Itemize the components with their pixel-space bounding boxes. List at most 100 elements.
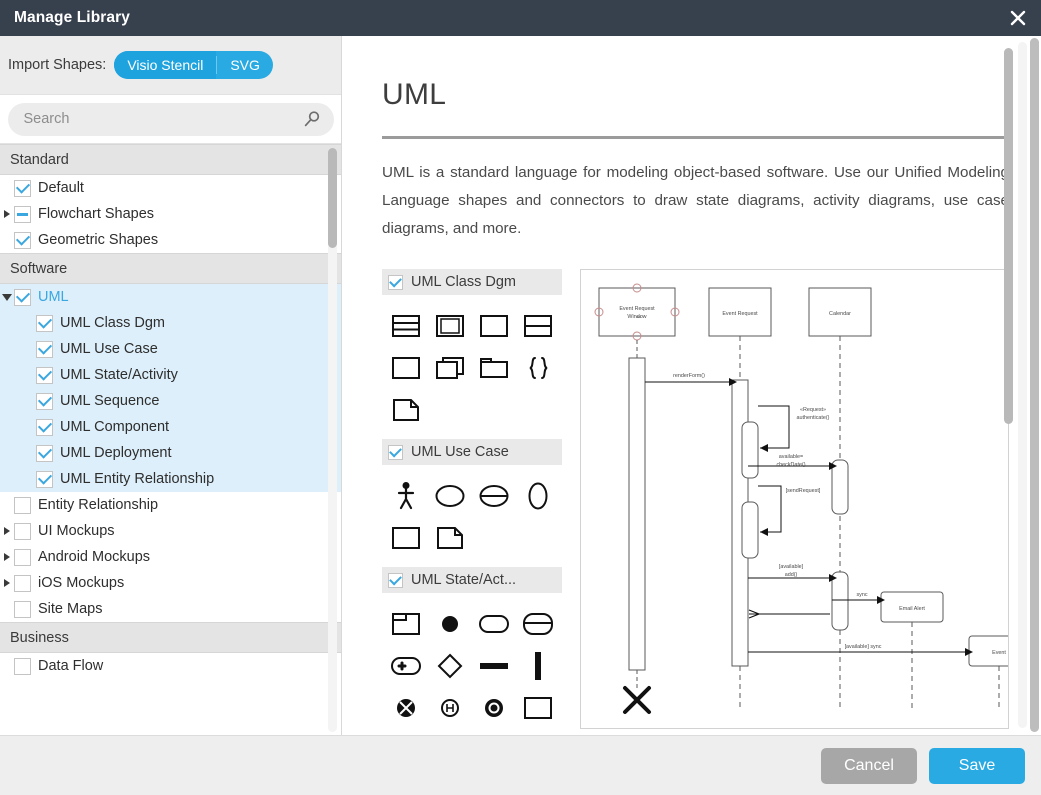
svg-text:sync: sync — [856, 592, 867, 598]
tree-item-checkbox[interactable] — [36, 444, 53, 462]
detail-scrollbar-thumb[interactable] — [1004, 48, 1013, 424]
note-shape[interactable] — [428, 517, 472, 559]
tree-item-checkbox[interactable] — [36, 314, 53, 332]
class-nested-shape[interactable] — [428, 305, 472, 347]
tree-item-geometric-shapes[interactable]: Geometric Shapes — [0, 227, 341, 253]
horizontal-bar-shape[interactable] — [472, 645, 516, 687]
search-box[interactable] — [7, 102, 334, 136]
tree-item-uml-deployment[interactable]: UML Deployment — [0, 440, 341, 466]
tree-item-checkbox[interactable] — [36, 392, 53, 410]
use-case-ellipse-shape[interactable] — [428, 475, 472, 517]
tree-item-uml-sequence[interactable]: UML Sequence — [0, 388, 341, 414]
import-format-toggle[interactable]: Visio Stencil SVG — [114, 51, 273, 79]
tree-item-checkbox[interactable] — [14, 522, 31, 540]
shape-grid — [382, 595, 562, 735]
tree-item-android-mockups[interactable]: Android Mockups — [0, 544, 341, 570]
tree-item-default[interactable]: Default — [0, 175, 341, 201]
dialog-scrollbar-track[interactable] — [1030, 38, 1039, 732]
state-icon-shape[interactable] — [384, 645, 428, 687]
tree-item-checkbox[interactable] — [14, 496, 31, 514]
tree-item-uml-class-dgm[interactable]: UML Class Dgm — [0, 310, 341, 336]
search-input[interactable] — [7, 102, 334, 136]
tree-item-checkbox[interactable] — [14, 179, 31, 197]
tree-item-checkbox[interactable] — [14, 288, 31, 306]
rectangle-shape[interactable] — [516, 687, 560, 729]
initial-state-shape[interactable] — [428, 603, 472, 645]
shape-category-header[interactable]: UML Class Dgm — [382, 269, 562, 295]
tree-item-label: UML Sequence — [60, 393, 160, 409]
tree-item-uml-component[interactable]: UML Component — [0, 414, 341, 440]
dialog-scrollbar-thumb[interactable] — [1030, 38, 1039, 732]
tree-item-uml-state-activity[interactable]: UML State/Activity — [0, 362, 341, 388]
shape-category-header[interactable]: UML Use Case — [382, 439, 562, 465]
tree-item-uml-entity-relationship[interactable]: UML Entity Relationship — [0, 466, 341, 492]
tree-item-uml[interactable]: UML — [0, 284, 341, 310]
tree-item-checkbox[interactable] — [14, 574, 31, 592]
braces-shape[interactable] — [516, 347, 560, 389]
tree-item-checkbox[interactable] — [14, 600, 31, 618]
title-divider — [382, 136, 1009, 139]
package-shape[interactable] — [472, 347, 516, 389]
shape-category-checkbox[interactable] — [388, 572, 403, 588]
tree-item-flowchart-shapes[interactable]: Flowchart Shapes — [0, 201, 341, 227]
stacked-rectangle-shape[interactable] — [428, 347, 472, 389]
package-tab-shape[interactable] — [384, 603, 428, 645]
final-state-shape[interactable] — [472, 687, 516, 729]
detail-scrollbar-track[interactable] — [1004, 42, 1027, 728]
svg-text:add(): add() — [785, 572, 798, 578]
use-case-split-ellipse-shape[interactable] — [472, 475, 516, 517]
actor-shape[interactable] — [384, 475, 428, 517]
shape-category-checkbox[interactable] — [388, 444, 403, 460]
svg-text:[available] sync: [available] sync — [845, 644, 882, 650]
save-button[interactable]: Save — [929, 747, 1025, 784]
import-option-svg[interactable]: SVG — [217, 51, 273, 79]
shape-category-header[interactable]: UML State/Act... — [382, 567, 562, 593]
sidebar-scrollbar-track[interactable] — [328, 148, 337, 732]
sidebar-scrollbar-thumb[interactable] — [328, 148, 337, 248]
tree-item-ui-mockups[interactable]: UI Mockups — [0, 518, 341, 544]
chevron-right-icon[interactable] — [0, 544, 14, 570]
tree-item-site-maps[interactable]: Site Maps — [0, 596, 341, 622]
search-icon[interactable] — [302, 110, 321, 134]
tree-item-checkbox[interactable] — [36, 418, 53, 436]
cancel-button[interactable]: Cancel — [821, 747, 917, 784]
shape-category-checkbox[interactable] — [388, 274, 403, 290]
vertical-bar-shape[interactable] — [516, 645, 560, 687]
class-simple-shape[interactable] — [472, 305, 516, 347]
tree-item-ios-mockups[interactable]: iOS Mockups — [0, 570, 341, 596]
note-shape[interactable] — [384, 389, 428, 431]
class-3-compartment-shape[interactable] — [384, 305, 428, 347]
tree-item-label: UML Entity Relationship — [60, 471, 215, 487]
svg-text:checkDate(): checkDate() — [776, 462, 805, 468]
decision-diamond-shape[interactable] — [428, 645, 472, 687]
tree-item-checkbox[interactable] — [36, 340, 53, 358]
chevron-right-icon[interactable] — [0, 570, 14, 596]
state-rounded-shape[interactable] — [472, 603, 516, 645]
chevron-right-icon[interactable] — [0, 201, 14, 227]
tree-item-checkbox[interactable] — [14, 548, 31, 566]
state-split-shape[interactable] — [516, 603, 560, 645]
tree-item-checkbox[interactable] — [14, 205, 31, 223]
library-tree-scroll[interactable]: Standard Default Flowchart Shapes Geometric… — [0, 143, 341, 735]
shapes-and-preview: UML Class Dgm UML Use Case UML State/Act..… — [382, 269, 1009, 735]
rectangle-shape[interactable] — [384, 517, 428, 559]
class-2-compartment-shape[interactable] — [516, 305, 560, 347]
rectangle-shape[interactable] — [384, 347, 428, 389]
tree-item-checkbox[interactable] — [14, 231, 31, 249]
tree-item-checkbox[interactable] — [14, 657, 31, 675]
terminate-shape[interactable] — [384, 687, 428, 729]
chevron-down-icon[interactable] — [0, 284, 14, 310]
svg-text:renderForm(): renderForm() — [673, 373, 705, 379]
tree-item-uml-use-case[interactable]: UML Use Case — [0, 336, 341, 362]
chevron-right-icon[interactable] — [0, 518, 14, 544]
tree-item-entity-relationship[interactable]: Entity Relationship — [0, 492, 341, 518]
history-shape[interactable] — [428, 687, 472, 729]
tree-item-checkbox[interactable] — [36, 470, 53, 488]
import-option-visio-stencil[interactable]: Visio Stencil — [114, 51, 217, 79]
library-detail-panel: UML UML is a standard language for model… — [342, 36, 1041, 735]
library-description: UML is a standard language for modeling … — [382, 164, 1009, 237]
tall-ellipse-shape[interactable] — [516, 475, 560, 517]
close-button[interactable] — [995, 0, 1041, 36]
tree-item-data-flow[interactable]: Data Flow — [0, 653, 341, 679]
tree-item-checkbox[interactable] — [36, 366, 53, 384]
